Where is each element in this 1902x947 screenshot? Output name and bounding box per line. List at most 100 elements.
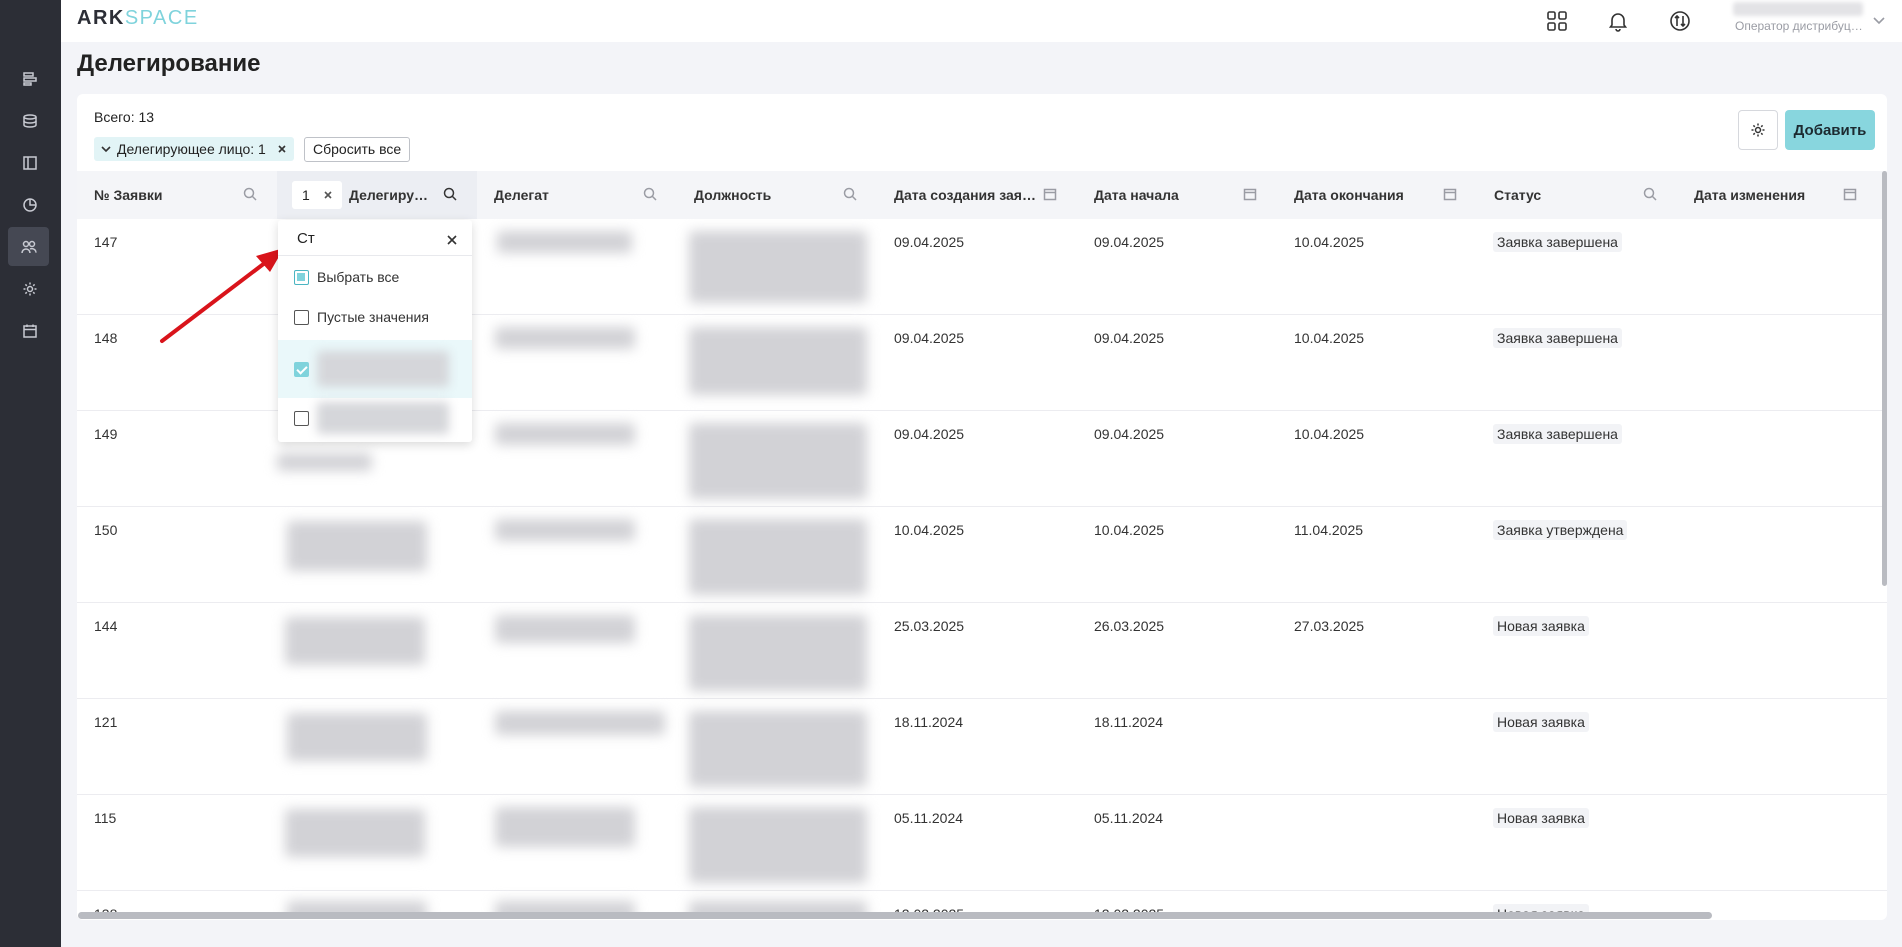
position-redacted (689, 231, 867, 303)
page-title: Делегирование (77, 50, 261, 77)
delegate-redacted (495, 423, 635, 445)
column-date-filter-start[interactable] (1243, 187, 1259, 203)
clear-search-button[interactable] (447, 232, 459, 245)
column-header-position[interactable]: Должность (694, 171, 834, 219)
delegate-redacted (495, 327, 635, 349)
notifications-button[interactable] (1603, 6, 1633, 36)
column-header-id[interactable]: № Заявки (94, 171, 234, 219)
sidebar (0, 0, 61, 947)
status-badge: Новая заявка (1493, 712, 1589, 732)
reset-filters-button[interactable]: Сбросить все (304, 137, 411, 162)
filter-option[interactable] (278, 398, 472, 438)
app-logo[interactable]: ARKSPACE (77, 7, 199, 30)
column-search-delegator[interactable] (443, 187, 459, 203)
column-search-id[interactable] (243, 187, 259, 203)
position-redacted (689, 711, 867, 787)
column-header-modified[interactable]: Дата изменения (1694, 171, 1834, 219)
checkbox-partial[interactable] (294, 269, 309, 285)
checkbox-checked[interactable] (294, 361, 309, 377)
position-redacted (689, 615, 867, 691)
column-date-filter-created[interactable] (1043, 187, 1059, 203)
database-icon (23, 114, 37, 128)
filter-option-selected[interactable] (278, 340, 472, 398)
position-redacted (689, 519, 867, 595)
sidebar-item-users[interactable] (8, 227, 49, 266)
swap-icon (1670, 11, 1690, 31)
sidebar-item-database[interactable] (14, 105, 46, 137)
position-redacted (689, 807, 867, 883)
annotation-arrow (160, 248, 284, 343)
user-menu-toggle[interactable] (1871, 12, 1887, 28)
close-icon[interactable] (276, 143, 288, 155)
table-header: № Заявки 1 Делегирующее лицо Делегат Дол… (77, 171, 1887, 219)
column-header-delegate[interactable]: Делегат (494, 171, 634, 219)
search-icon (243, 187, 257, 201)
delegator-redacted (287, 713, 427, 761)
status-badge: Новая заявка (1493, 808, 1589, 828)
main-card: Всего: 13 Делегирующее лицо: 1 Сбросить … (77, 94, 1887, 920)
active-filter-chip[interactable]: Делегирующее лицо: 1 (94, 137, 294, 161)
search-icon (1643, 187, 1657, 201)
table-settings-button[interactable] (1738, 110, 1778, 150)
status-badge: Заявка завершена (1493, 328, 1622, 348)
delegator-redacted (285, 617, 425, 665)
checkbox[interactable] (294, 410, 309, 426)
calendar-icon (1443, 188, 1457, 201)
column-header-start[interactable]: Дата начала (1094, 171, 1234, 219)
column-header-delegator[interactable]: Делегирующее лицо (349, 171, 429, 219)
add-button[interactable]: Добавить (1785, 110, 1875, 150)
sidebar-item-settings[interactable] (14, 273, 46, 305)
close-icon[interactable] (322, 189, 334, 201)
column-search-status[interactable] (1643, 187, 1659, 203)
grid-icon (1547, 11, 1567, 31)
table-row[interactable]: 150 10.04.2025 10.04.2025 11.04.2025 Зая… (77, 507, 1887, 603)
user-role: Оператор дистрибуции (1735, 19, 1863, 33)
book-icon (23, 156, 37, 170)
vertical-scrollbar[interactable] (1882, 171, 1887, 586)
column-date-filter-modified[interactable] (1843, 187, 1859, 203)
column-search-delegate[interactable] (643, 187, 659, 203)
filter-chip-label: Делегирующее лицо: 1 (117, 141, 266, 157)
apps-grid-button[interactable] (1542, 6, 1572, 36)
column-date-filter-end[interactable] (1443, 187, 1459, 203)
column-header-end[interactable]: Дата окончания (1294, 171, 1434, 219)
delegator-redacted (277, 453, 372, 471)
delegator-redacted (287, 521, 427, 571)
delegate-redacted (495, 807, 635, 847)
sidebar-item-chart[interactable] (14, 189, 46, 221)
search-icon (843, 187, 857, 201)
option-label-redacted (317, 402, 449, 434)
status-badge: Заявка завершена (1493, 424, 1622, 444)
horizontal-scrollbar[interactable] (78, 912, 1712, 919)
sidebar-item-book[interactable] (14, 147, 46, 179)
bell-icon (1608, 13, 1628, 32)
sidebar-item-list[interactable] (14, 63, 46, 95)
position-redacted (689, 423, 867, 499)
table-row[interactable]: 121 18.11.2024 18.11.2024 Новая заявка (77, 699, 1887, 795)
filter-search-input[interactable]: Ст (278, 220, 472, 256)
calendar-icon (1843, 188, 1857, 201)
status-badge: Заявка утверждена (1493, 520, 1628, 540)
calendar-icon (1043, 188, 1057, 201)
checkbox[interactable] (294, 309, 309, 325)
list-icon (23, 72, 37, 86)
column-header-status[interactable]: Статус (1494, 171, 1634, 219)
chevron-down-icon (1873, 17, 1885, 25)
column-header-created[interactable]: Дата создания заявки (894, 171, 1038, 219)
sidebar-item-calendar[interactable] (14, 315, 46, 347)
column-filter-dropdown: Ст Выбрать все Пустые значения (278, 220, 472, 442)
column-search-position[interactable] (843, 187, 859, 203)
column-filter-count[interactable]: 1 (292, 181, 342, 209)
delegate-redacted (497, 231, 632, 253)
table-row[interactable]: 115 05.11.2024 05.11.2024 Новая заявка (77, 795, 1887, 891)
calendar-icon (1243, 188, 1257, 201)
gear-icon (23, 282, 37, 296)
table-row[interactable]: 144 25.03.2025 26.03.2025 27.03.2025 Нов… (77, 603, 1887, 699)
delegate-redacted (495, 615, 635, 643)
delegate-redacted (495, 711, 665, 735)
filter-option-empty[interactable]: Пустые значения (278, 297, 472, 337)
delegator-redacted (285, 809, 425, 857)
chevron-down-icon[interactable] (100, 143, 112, 155)
switch-button[interactable] (1665, 6, 1695, 36)
filter-option-select-all[interactable]: Выбрать все (278, 257, 472, 297)
